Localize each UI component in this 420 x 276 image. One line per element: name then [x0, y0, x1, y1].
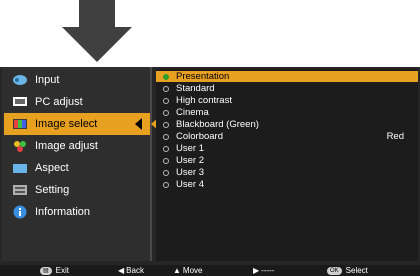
colorboard-value: Red — [386, 131, 404, 142]
setting-icon — [12, 184, 28, 197]
radio-icon — [163, 86, 169, 92]
main-menu: Input PC adjust Image select Image adjus… — [2, 67, 159, 261]
sidebar-item-label: PC adjust — [35, 96, 83, 108]
menu-key-icon: ▤ — [40, 266, 52, 275]
radio-icon — [163, 146, 169, 152]
radio-icon — [163, 170, 169, 176]
up-down-arrow-icon: ▲ — [173, 266, 181, 275]
ok-key-icon: OK — [327, 266, 342, 275]
list-item[interactable]: Cinema — [156, 107, 418, 118]
radio-icon — [163, 122, 169, 128]
list-item[interactable]: High contrast — [156, 95, 418, 106]
sidebar-item-label: Image select — [35, 118, 98, 130]
radio-icon — [163, 98, 169, 104]
back-hint[interactable]: ◀ Back — [118, 265, 144, 276]
aspect-icon — [12, 162, 28, 175]
sidebar-item-label: Aspect — [35, 162, 69, 174]
sidebar-item-label: Image adjust — [35, 140, 98, 152]
radio-icon — [163, 134, 169, 140]
down-arrow-icon — [62, 0, 132, 62]
sidebar-item-setting[interactable]: Setting — [4, 179, 150, 201]
sidebar-item-label: Setting — [35, 184, 70, 196]
sidebar-item-image-select[interactable]: Image select — [4, 113, 159, 135]
exit-hint[interactable]: ▤ Exit — [40, 265, 69, 276]
image-select-icon — [12, 118, 28, 131]
list-item[interactable]: User 4 — [156, 179, 418, 190]
list-item[interactable]: Blackboard (Green) — [156, 119, 418, 130]
list-item[interactable]: User 1 — [156, 143, 418, 154]
sidebar-item-label: Input — [35, 74, 60, 86]
sidebar-item-input[interactable]: Input — [4, 69, 150, 91]
list-item[interactable]: Colorboard Red — [156, 131, 418, 142]
sidebar-item-aspect[interactable]: Aspect — [4, 157, 150, 179]
list-item[interactable]: Standard — [156, 83, 418, 94]
radio-icon — [163, 74, 169, 80]
information-icon — [12, 205, 28, 219]
next-hint[interactable]: ▶ ----- — [253, 265, 274, 276]
radio-icon — [163, 158, 169, 164]
move-hint[interactable]: ▲ Move — [173, 265, 202, 276]
image-select-submenu: Presentation Standard High contrast Cine… — [156, 69, 418, 261]
sidebar-item-image-adjust[interactable]: Image adjust — [4, 135, 150, 157]
right-arrow-icon: ▶ — [253, 266, 260, 275]
sidebar-item-label: Information — [35, 206, 91, 218]
sidebar-item-pc-adjust[interactable]: PC adjust — [4, 91, 150, 113]
status-bar: ▤ Exit ◀ Back ▲ Move ▶ ----- OK Select — [0, 265, 420, 276]
list-item[interactable]: User 2 — [156, 155, 418, 166]
image-adjust-icon — [12, 140, 28, 153]
radio-icon — [163, 182, 169, 188]
sidebar-item-information[interactable]: Information — [4, 201, 150, 223]
pc-adjust-icon — [12, 96, 28, 109]
select-hint[interactable]: OK Select — [327, 265, 368, 276]
selection-caret-icon — [135, 118, 142, 130]
radio-icon — [163, 110, 169, 116]
list-item[interactable]: User 3 — [156, 167, 418, 178]
input-icon — [12, 74, 28, 87]
list-item[interactable]: Presentation — [156, 71, 418, 82]
menu-panel: Input PC adjust Image select Image adjus… — [0, 67, 420, 265]
left-arrow-icon: ◀ — [118, 266, 125, 275]
